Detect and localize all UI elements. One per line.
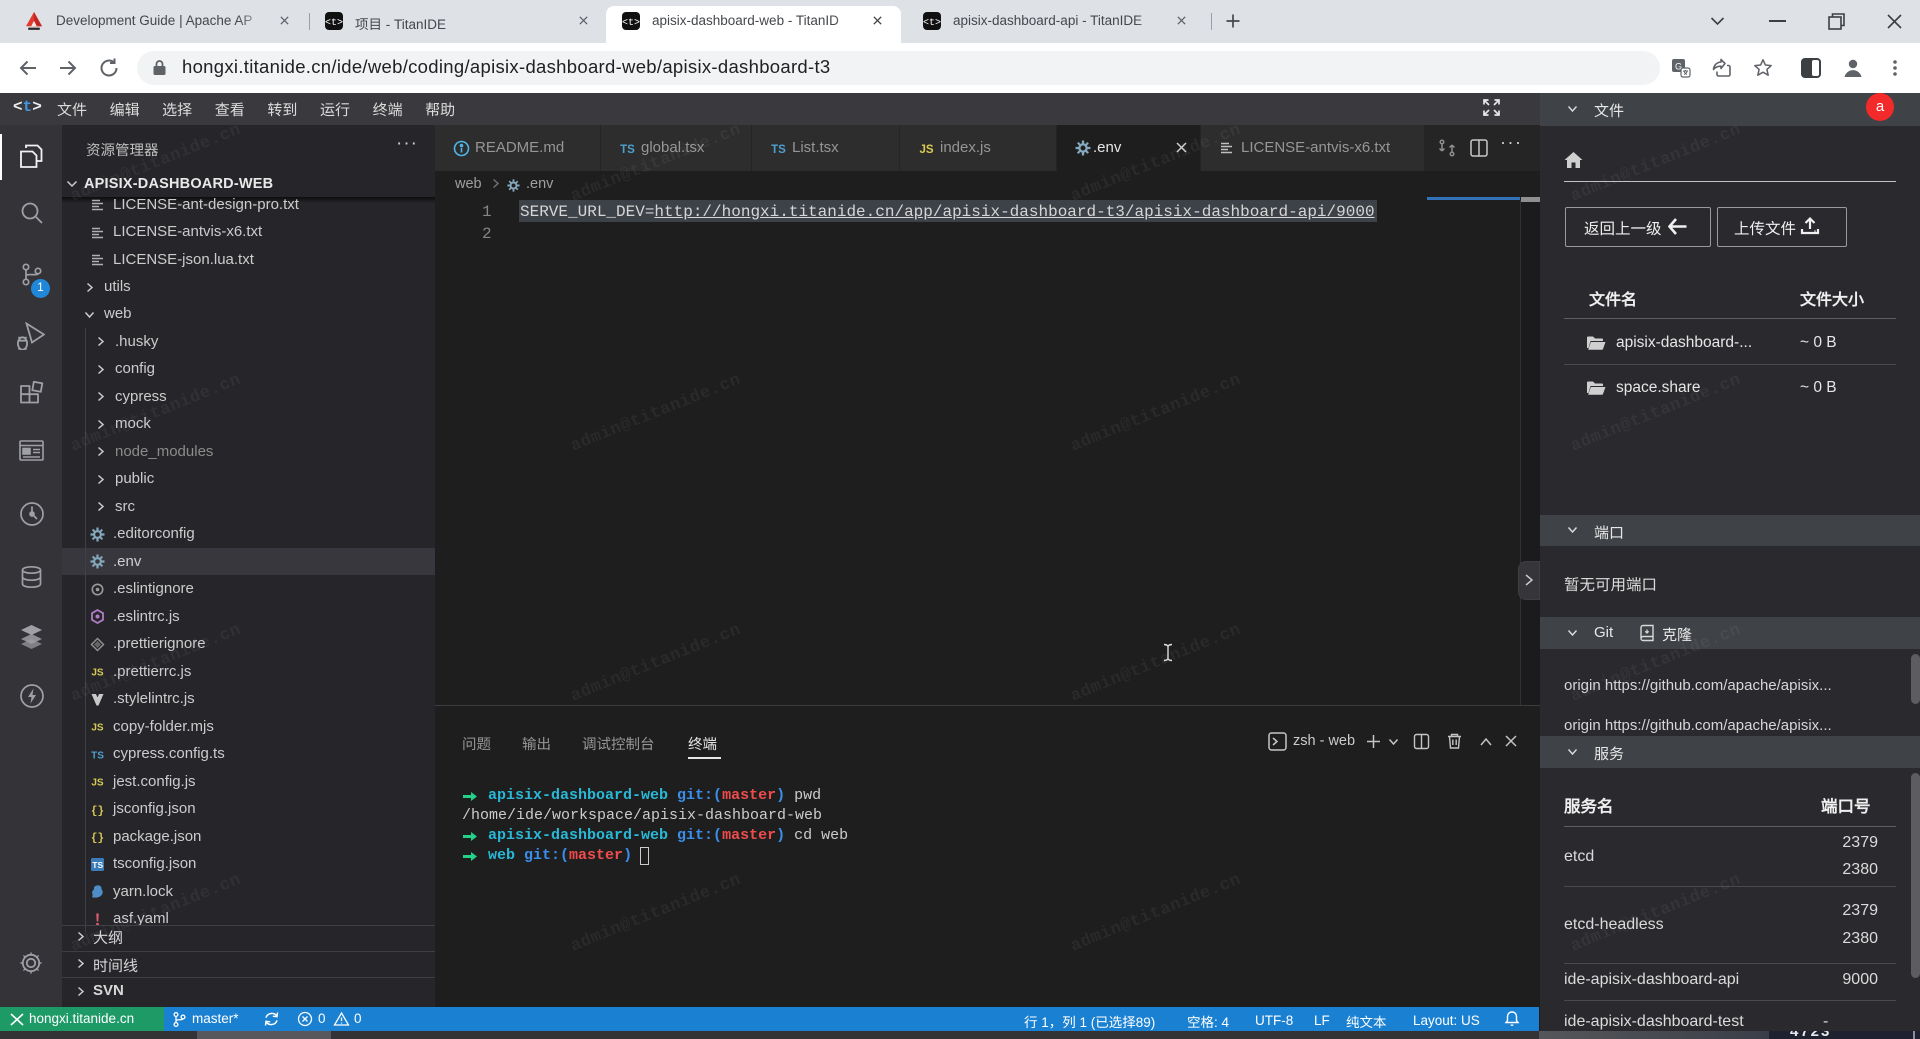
svg-text:{}: {}: [91, 833, 104, 845]
svg-text:{}: {}: [91, 805, 104, 817]
svg-text:JS: JS: [919, 144, 933, 156]
svg-text:TS: TS: [771, 144, 786, 156]
svg-text:TS: TS: [92, 860, 103, 870]
svg-text:TS: TS: [91, 750, 104, 761]
svg-text:<t>: <t>: [923, 18, 941, 29]
svg-text:JS: JS: [91, 778, 104, 789]
svg-text:<t>: <t>: [622, 18, 640, 29]
svg-text:TS: TS: [620, 144, 635, 156]
svg-text:<t>: <t>: [325, 18, 343, 29]
svg-text:JS: JS: [91, 723, 104, 734]
